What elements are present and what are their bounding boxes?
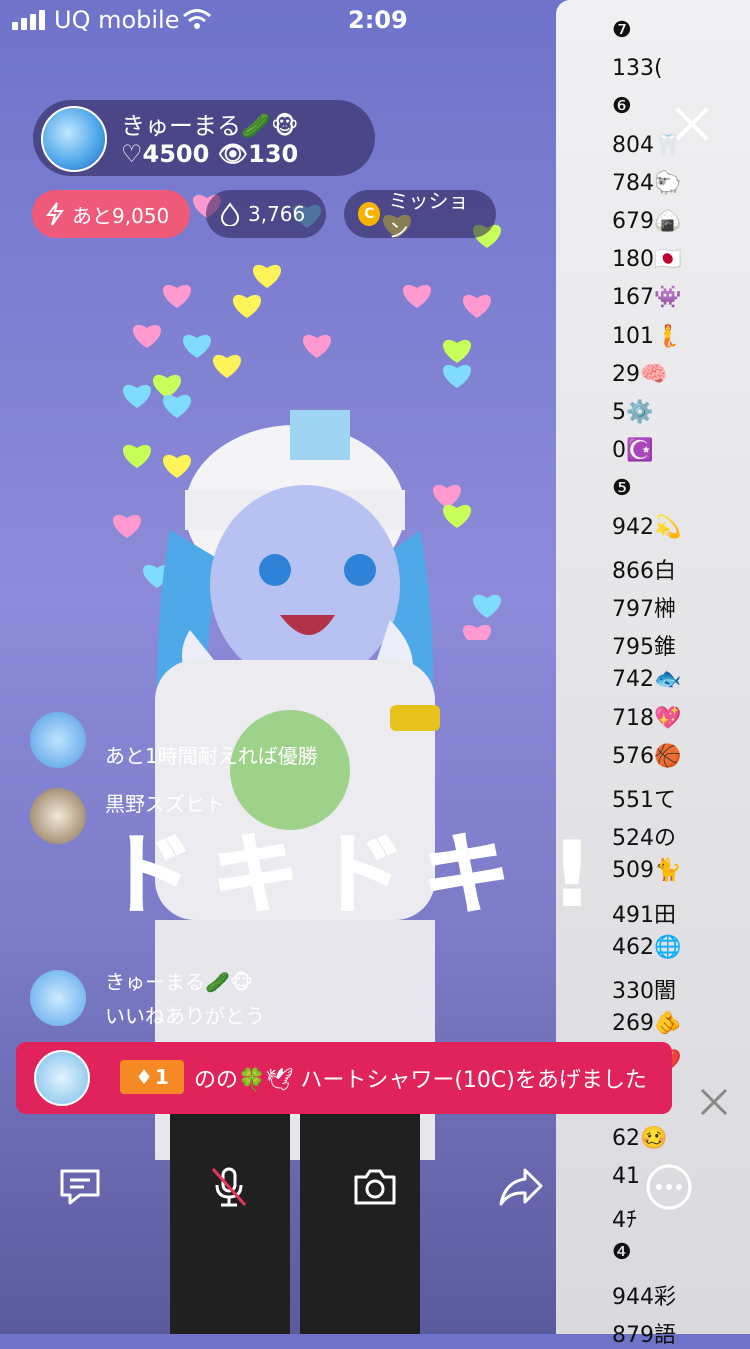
mic-toggle-button[interactable] xyxy=(204,1162,254,1212)
ranking-item: 269🫵 xyxy=(612,1011,682,1037)
carrier-label: UQ mobile xyxy=(54,6,180,34)
chat-text: あと1時間耐えれば優勝 xyxy=(105,744,318,768)
bottom-toolbar xyxy=(0,1150,750,1230)
ranking-item: 879語 xyxy=(612,1322,676,1348)
side-ranking-panel[interactable]: ❼ 133( ❻ 804🦷 784🐑 679🍙 180🇯🇵 167👾 101🧜 29🧠 5⚙️ 0☪️… xyxy=(556,0,750,1348)
ranking-item: 718💖 xyxy=(612,705,682,731)
ranking-item: 784🐑 xyxy=(612,170,682,196)
fire-count: 3,766 xyxy=(248,202,306,226)
gift-notification-banner: ♦ 1 のの🍀🕊 ハートシャワー(10C)をあげました xyxy=(16,1042,672,1114)
ranking-item: 5⚙️ xyxy=(612,400,654,425)
host-avatar[interactable] xyxy=(41,106,107,172)
ranking-item: 795錐 xyxy=(612,635,676,661)
fire-pill[interactable]: 3,766 xyxy=(206,190,326,238)
share-button[interactable] xyxy=(496,1162,546,1212)
more-button[interactable] xyxy=(644,1162,694,1212)
ranking-item: 742🐟 xyxy=(612,667,682,693)
ranking-item: ❻ xyxy=(612,94,632,120)
ranking-item: ❹ xyxy=(612,1240,632,1266)
ranking-item: 491田 xyxy=(612,902,676,928)
overlay-char: ! xyxy=(551,822,593,927)
chat-message: あと1時間耐えれば優勝 xyxy=(30,712,570,772)
mic-off-icon xyxy=(211,1167,247,1207)
gifter-avatar[interactable] xyxy=(34,1050,90,1106)
ranking-item: 462🌐 xyxy=(612,934,682,960)
overlay-char: ド xyxy=(105,822,195,927)
chat-avatar[interactable] xyxy=(30,970,86,1026)
chat-username: 黒野スズヒト xyxy=(105,792,225,816)
camera-icon xyxy=(354,1169,396,1205)
signal-icon xyxy=(12,10,45,30)
goal-pill[interactable]: あと9,050 xyxy=(32,190,190,238)
ranking-item: 29🧠 xyxy=(612,361,668,387)
chat-message: きゅーまる🥒🐵 いいねありがとう xyxy=(30,966,570,1028)
ranking-item: 576🏀 xyxy=(612,743,682,769)
gift-badge: ♦ 1 xyxy=(120,1060,184,1094)
comment-button[interactable] xyxy=(55,1162,105,1212)
gift-text: のの🍀🕊 ハートシャワー(10C)をあげました xyxy=(194,1068,647,1093)
ranking-item: ❼ xyxy=(612,18,632,43)
ranking-item: 679🍙 xyxy=(612,209,682,234)
heart-gem-icon: ♦ xyxy=(135,1065,153,1089)
ranking-item: 0☪️ xyxy=(612,438,654,464)
ranking-item: 551て xyxy=(612,788,676,813)
ranking-item: 944彩 xyxy=(612,1284,676,1310)
host-name: きゅーまる🥒🐵 xyxy=(121,112,299,140)
ranking-item: 524の xyxy=(612,826,676,852)
mission-label: ミッション xyxy=(388,189,469,242)
chat-text: いいねありがとう xyxy=(105,1004,265,1028)
chat-username: きゅーまる🥒🐵 xyxy=(105,970,254,994)
more-icon xyxy=(646,1164,692,1210)
wifi-icon xyxy=(183,9,211,29)
close-icon[interactable] xyxy=(672,104,712,144)
ranking-item: 101🧜 xyxy=(612,323,682,349)
ranking-item: 167👾 xyxy=(612,285,682,311)
overlay-char: キ xyxy=(210,822,300,927)
ranking-item: 509🐈 xyxy=(612,858,682,884)
goal-text: あと9,050 xyxy=(72,203,170,228)
ranking-item: 330闇 xyxy=(612,979,676,1004)
ranking-item: 797榊 xyxy=(612,597,676,622)
chat-avatar[interactable] xyxy=(30,788,86,844)
ranking-item: 133( xyxy=(612,56,663,82)
ranking-item: ❺ xyxy=(612,476,632,502)
coin-icon: C xyxy=(358,202,381,226)
mission-pill[interactable]: C ミッション xyxy=(344,189,496,242)
ranking-item: 62🥴 xyxy=(612,1125,668,1151)
overlay-char: キ xyxy=(421,822,511,927)
camera-button[interactable] xyxy=(350,1162,400,1212)
comment-icon xyxy=(60,1169,100,1205)
ranking-item: 804🦷 xyxy=(612,132,682,158)
ranking-item: 866白 xyxy=(612,558,676,584)
live-stream-view: UQ mobile 2:09 きゅーまる🥒🐵 ♡4500 👁130 あと9,05… xyxy=(0,0,750,1348)
ranking-item: 942💫 xyxy=(612,514,682,540)
share-icon xyxy=(499,1168,543,1206)
doki-doki-overlay: ド キ ド キ ! xyxy=(103,820,615,940)
flame-icon xyxy=(220,202,240,226)
clock: 2:09 xyxy=(348,6,408,34)
chat-avatar[interactable] xyxy=(30,712,86,768)
ranking-item: 180🇯🇵 xyxy=(612,247,682,273)
host-profile-card[interactable]: きゅーまる🥒🐵 ♡4500 👁130 xyxy=(33,100,375,176)
close-panel-icon[interactable] xyxy=(698,1086,730,1118)
overlay-char: ド xyxy=(316,822,406,927)
host-stats: ♡4500 👁130 xyxy=(121,140,299,168)
lightning-icon xyxy=(46,202,64,226)
